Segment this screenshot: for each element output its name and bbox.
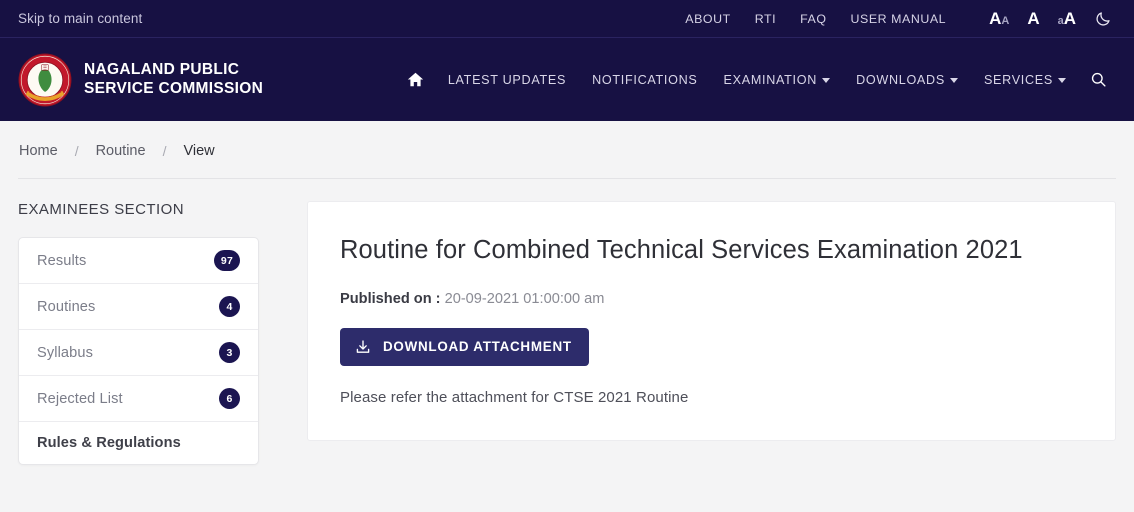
top-utility-bar: Skip to main content ABOUT RTI FAQ USER … [0,0,1134,37]
top-utility-links: ABOUT RTI FAQ USER MANUAL AA A aA [673,10,1118,27]
nav-label-downloads: DOWNLOADS [856,72,945,87]
breadcrumb-separator: / [162,143,167,159]
sidebar-item-rejected-list[interactable]: Rejected List 6 [19,376,258,422]
breadcrumb-section: Home / Routine / View [0,121,1134,179]
top-link-user-manual[interactable]: USER MANUAL [839,12,959,26]
sidebar-title: EXAMINEES SECTION [18,201,185,218]
nav-item-notifications[interactable]: NOTIFICATIONS [579,73,710,87]
font-decrease-small-a: A [1001,15,1010,27]
search-icon [1091,72,1106,87]
sidebar-badge-routines: 4 [219,296,240,317]
main-navigation: LATEST UPDATES NOTIFICATIONS EXAMINATION… [396,71,1118,88]
sidebar-item-routines[interactable]: Routines 4 [19,284,258,330]
chevron-down-icon [1058,78,1066,83]
download-icon [356,340,370,353]
home-icon [407,72,423,87]
sidebar-item-rules-and-regulations[interactable]: Rules & Regulations [19,422,258,464]
font-increase-big-a: A [1063,9,1076,28]
published-on-value: 20-09-2021 01:00:00 am [444,290,605,307]
brand-line-2: SERVICE COMMISSION [84,79,264,97]
top-link-faq[interactable]: FAQ [788,12,838,26]
top-link-rti[interactable]: RTI [743,12,788,26]
breadcrumb-separator: / [74,143,79,159]
chevron-down-icon [949,78,958,83]
breadcrumb-item-home[interactable]: Home [18,143,59,159]
skip-to-main-content-link[interactable]: Skip to main content [18,11,142,26]
font-decrease-button[interactable]: AA [980,10,1018,27]
font-size-controls: AA A aA [980,10,1118,27]
sidebar-label-rules-and-regulations: Rules & Regulations [37,435,181,451]
content-card: Routine for Combined Technical Services … [307,201,1116,441]
download-attachment-label: DOWNLOAD ATTACHMENT [383,339,572,355]
nav-label-notifications: NOTIFICATIONS [592,72,698,87]
nav-label-services: SERVICES [983,72,1053,87]
site-logo-link[interactable]: NAGALAND PUBLIC SERVICE COMMISSION [18,53,263,107]
sidebar-menu: Results 97 Routines 4 Syllabus 3 Rejecte… [18,237,259,465]
breadcrumb-item-routine[interactable]: Routine [95,143,147,159]
font-normal-button[interactable]: A [1018,10,1048,27]
nav-item-examination[interactable]: EXAMINATION [711,73,844,87]
font-increase-button[interactable]: aA [1049,10,1085,27]
font-decrease-big-a: A [989,9,1002,28]
breadcrumb-item-view: View [183,143,215,159]
nav-item-downloads[interactable]: DOWNLOADS [843,73,971,87]
breadcrumb: Home / Routine / View [18,143,1116,179]
page-layout: EXAMINEES SECTION Results 97 Routines 4 … [0,179,1134,465]
nav-label-latest-updates: LATEST UPDATES [447,72,567,87]
sidebar: EXAMINEES SECTION Results 97 Routines 4 … [18,201,259,465]
sidebar-badge-rejected-list: 6 [219,388,240,409]
sidebar-item-results[interactable]: Results 97 [19,238,258,284]
nav-label-examination: EXAMINATION [723,72,818,87]
nav-home-link[interactable] [396,71,435,88]
brand-name: NAGALAND PUBLIC SERVICE COMMISSION [84,61,263,99]
published-on-label: Published on : [340,290,445,307]
sidebar-badge-results: 97 [213,250,240,271]
download-attachment-button[interactable]: DOWNLOAD ATTACHMENT [340,327,589,366]
sidebar-label-results: Results [37,252,87,269]
sidebar-badge-syllabus: 3 [219,342,240,363]
moon-icon [1096,12,1110,26]
attachment-description: Please refer the attachment for CTSE 202… [340,388,689,406]
site-header: NAGALAND PUBLIC SERVICE COMMISSION LATES… [0,37,1134,121]
dark-mode-toggle-button[interactable] [1085,10,1118,27]
published-on: Published on : 20-09-2021 01:00:00 am [340,291,1083,307]
nav-item-services[interactable]: SERVICES [971,73,1079,87]
brand-line-1: NAGALAND PUBLIC [84,60,240,78]
page-title: Routine for Combined Technical Services … [340,236,1023,264]
sidebar-item-syllabus[interactable]: Syllabus 3 [19,330,258,376]
search-button[interactable] [1079,71,1118,88]
sidebar-label-routines: Routines [37,298,96,315]
sidebar-label-rejected-list: Rejected List [37,390,123,407]
top-link-about[interactable]: ABOUT [673,12,742,26]
chevron-down-icon [822,78,831,83]
sidebar-label-syllabus: Syllabus [37,344,93,361]
nav-item-latest-updates[interactable]: LATEST UPDATES [435,73,579,87]
nagaland-psc-seal-icon [18,53,72,106]
